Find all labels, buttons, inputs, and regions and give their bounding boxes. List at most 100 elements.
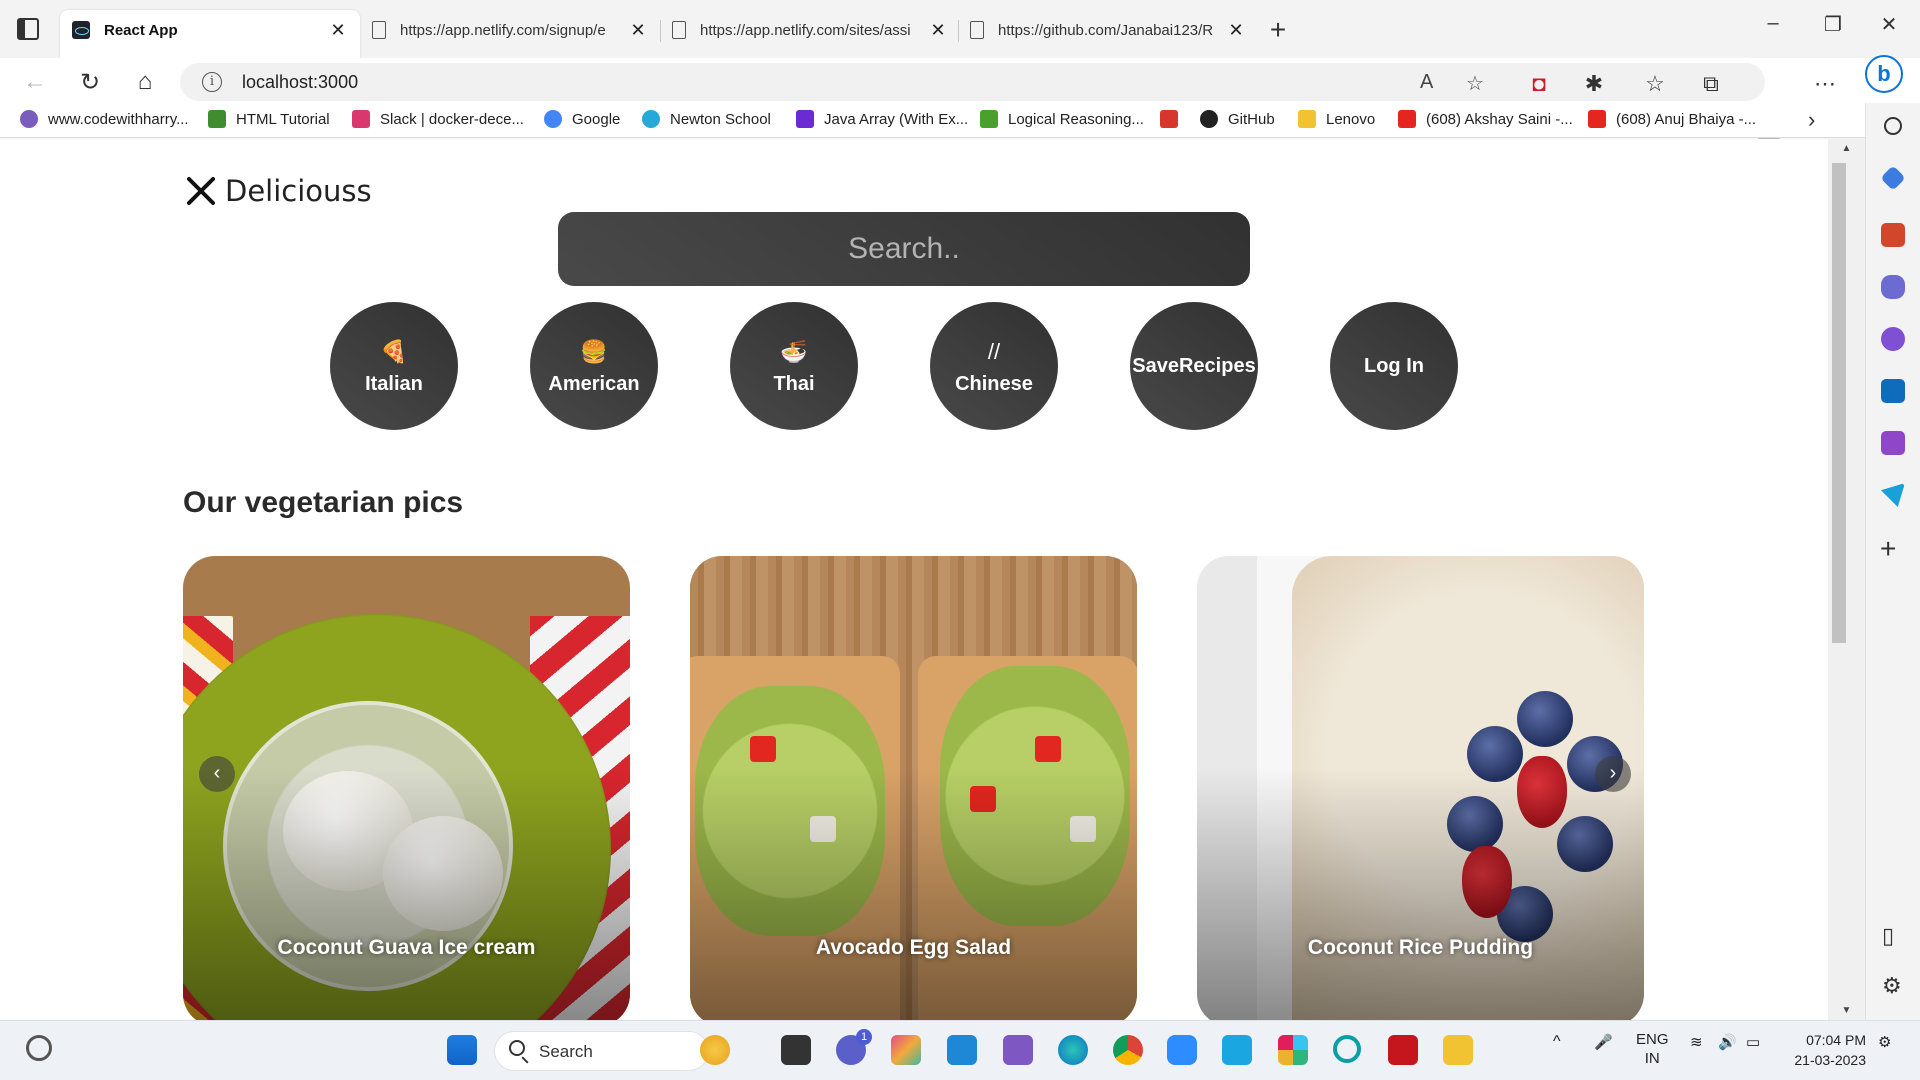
site-logo[interactable]: Deliciouss — [183, 172, 372, 210]
bookmark-label: www.codewithharry... — [48, 110, 189, 128]
pocket-icon[interactable]: ◘ — [1524, 71, 1554, 97]
tab-netlify-sites[interactable]: https://app.netlify.com/sites/assi ✕ — [660, 10, 960, 50]
tab-react-app[interactable]: React App ✕ — [60, 10, 360, 58]
notifications-icon[interactable]: ⚙ — [1878, 1033, 1891, 1051]
category-italian[interactable]: 🍕 Italian — [330, 302, 458, 430]
bookmark-lenovo[interactable]: Lenovo — [1298, 110, 1375, 128]
read-aloud-icon[interactable]: A — [1420, 71, 1433, 94]
bookmark-akshay-saini[interactable]: (608) Akshay Saini -... — [1398, 110, 1573, 128]
tab-github[interactable]: https://github.com/Janabai123/R ✕ — [958, 10, 1258, 50]
microphone-icon[interactable]: 🎤 — [1594, 1033, 1613, 1051]
recipe-card[interactable]: Coconut Rice Pudding — [1197, 556, 1644, 1020]
send-icon[interactable] — [1881, 483, 1905, 507]
category-thai[interactable]: 🍜 Thai — [730, 302, 858, 430]
drop-icon[interactable] — [1881, 431, 1905, 455]
language-indicator[interactable]: ENG IN — [1636, 1030, 1669, 1068]
bookmark-html-tutorial[interactable]: HTML Tutorial — [208, 110, 330, 128]
search-icon[interactable] — [1884, 117, 1902, 135]
bookmark-github[interactable]: GitHub — [1200, 110, 1275, 128]
visual-studio-icon[interactable] — [1003, 1035, 1033, 1065]
cortana-icon[interactable] — [1333, 1035, 1361, 1063]
favorites-icon[interactable]: ☆ — [1640, 71, 1670, 97]
close-tab-icon[interactable]: ✕ — [328, 20, 348, 41]
save-recipes-button[interactable]: SaveRecipes — [1130, 302, 1258, 430]
close-window-icon[interactable]: ✕ — [1874, 12, 1904, 37]
microsoft-365-icon[interactable] — [1881, 327, 1905, 351]
show-hidden-icons[interactable]: ^ — [1553, 1033, 1561, 1051]
login-button[interactable]: Log In — [1330, 302, 1458, 430]
tab-title: React App — [104, 21, 178, 39]
mcafee-icon[interactable] — [1388, 1035, 1418, 1065]
carousel-prev-button[interactable]: ‹ — [199, 756, 235, 792]
add-icon[interactable]: + — [1880, 533, 1896, 565]
category-american[interactable]: 🍔 American — [530, 302, 658, 430]
recipe-card[interactable]: Avocado Egg Salad — [690, 556, 1137, 1020]
slack-icon[interactable] — [1278, 1035, 1308, 1065]
chrome-icon[interactable] — [1113, 1035, 1143, 1065]
file-explorer-icon[interactable] — [1443, 1035, 1473, 1065]
address-url[interactable]: localhost:3000 — [242, 72, 358, 93]
bookmark-pdf[interactable] — [1160, 110, 1188, 128]
category-chinese[interactable]: // Chinese — [930, 302, 1058, 430]
tab-netlify-signup[interactable]: https://app.netlify.com/signup/e ✕ — [360, 10, 660, 50]
taskbar-search[interactable]: Search — [494, 1031, 709, 1071]
bookmark-java-array[interactable]: Java Array (With Ex... — [796, 110, 968, 128]
search-input[interactable] — [558, 212, 1250, 286]
clock[interactable]: 07:04 PM 21-03-2023 — [1780, 1030, 1866, 1070]
recipe-card[interactable]: Coconut Guava Ice cream — [183, 556, 630, 1020]
tab-actions-icon[interactable] — [17, 18, 39, 40]
collections-icon[interactable]: ⧉ — [1696, 71, 1726, 97]
clock-time: 07:04 PM — [1806, 1032, 1866, 1048]
settings-icon[interactable]: ⚙ — [1882, 973, 1902, 999]
bing-chat-icon[interactable]: b — [1865, 55, 1903, 93]
category-nav: 🍕 Italian 🍔 American 🍜 Thai // Chinese S… — [330, 302, 1530, 430]
wifi-icon[interactable]: ≋ — [1690, 1033, 1703, 1051]
bookmark-google[interactable]: Google — [544, 110, 620, 128]
task-view-icon[interactable] — [781, 1035, 811, 1065]
weather-icon[interactable] — [26, 1035, 52, 1061]
windows-start-icon[interactable] — [447, 1035, 477, 1065]
bookmark-logical-reasoning[interactable]: Logical Reasoning... — [980, 110, 1144, 128]
vscode-icon[interactable] — [947, 1035, 977, 1065]
carousel-next-button[interactable]: › — [1595, 756, 1631, 792]
remote-desktop-icon[interactable] — [1222, 1035, 1252, 1065]
close-tab-icon[interactable]: ✕ — [928, 20, 948, 41]
home-icon[interactable]: ⌂ — [130, 68, 160, 96]
back-icon[interactable]: ← — [20, 68, 50, 96]
page-scrollbar[interactable]: ▲ ▼ — [1828, 139, 1865, 1020]
maximize-icon[interactable]: ❐ — [1818, 12, 1848, 37]
volume-icon[interactable]: 🔊 — [1718, 1033, 1737, 1051]
category-label: Italian — [365, 372, 423, 395]
refresh-icon[interactable]: ↻ — [75, 68, 105, 97]
edge-sidebar: + ▯ ⚙ — [1865, 103, 1920, 1020]
minimize-icon[interactable]: – — [1758, 12, 1788, 35]
shopping-icon[interactable] — [1880, 165, 1906, 191]
favorite-add-icon[interactable]: ☆ — [1466, 71, 1484, 96]
outlook-icon[interactable] — [1881, 379, 1905, 403]
new-tab-icon[interactable]: + — [1265, 14, 1291, 46]
close-tab-icon[interactable]: ✕ — [628, 20, 648, 41]
bookmark-slack[interactable]: Slack | docker-dece... — [352, 110, 524, 128]
battery-icon[interactable]: ▭ — [1746, 1033, 1760, 1051]
extensions-icon[interactable]: ✱ — [1579, 71, 1609, 97]
scroll-up-icon[interactable]: ▲ — [1828, 143, 1865, 154]
search-bar[interactable] — [558, 212, 1250, 286]
sidebar-toggle-icon[interactable]: ▯ — [1882, 923, 1894, 949]
zoom-icon[interactable] — [1167, 1035, 1197, 1065]
bookmark-newton-school[interactable]: Newton School — [642, 110, 771, 128]
bookmark-codewithharry[interactable]: www.codewithharry... — [20, 110, 189, 128]
close-tab-icon[interactable]: ✕ — [1226, 20, 1246, 41]
chevron-right-icon[interactable]: › — [1808, 107, 1815, 133]
site-info-icon[interactable]: i — [202, 72, 222, 92]
cutlery-icon — [183, 172, 219, 210]
tools-icon[interactable] — [1881, 223, 1905, 247]
edge-icon[interactable] — [1058, 1035, 1088, 1065]
scroll-down-icon[interactable]: ▼ — [1828, 1005, 1865, 1016]
copilot-icon[interactable] — [891, 1035, 921, 1065]
games-icon[interactable] — [1881, 275, 1905, 299]
section-title: Our vegetarian pics — [183, 486, 464, 519]
bookmark-label: Slack | docker-dece... — [380, 110, 524, 128]
bookmark-anuj-bhaiya[interactable]: (608) Anuj Bhaiya -... — [1588, 110, 1756, 128]
scrollbar-thumb[interactable] — [1832, 163, 1846, 643]
more-options-icon[interactable]: ⋯ — [1810, 71, 1840, 97]
